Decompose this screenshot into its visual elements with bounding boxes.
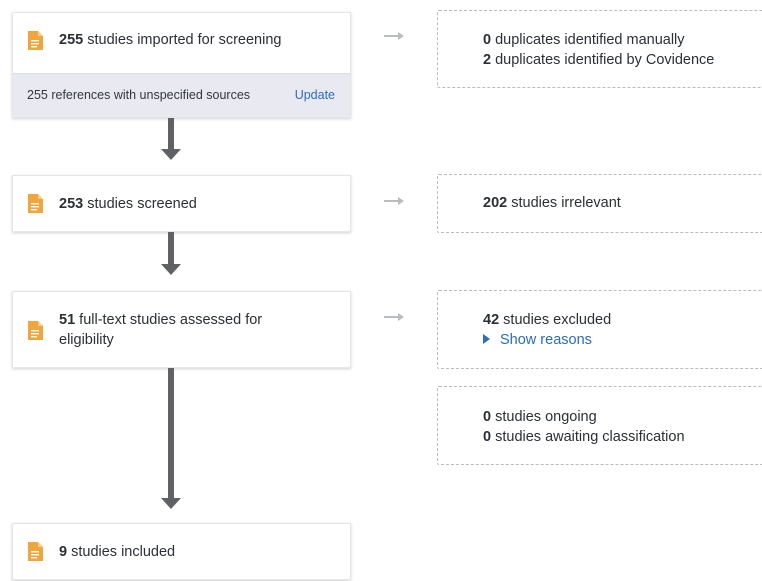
included-stage-card: 9 studies included <box>12 523 351 580</box>
fulltext-label: full-text studies assessed for eligibili… <box>59 312 263 348</box>
arrow-down-icon <box>161 118 181 161</box>
document-icon <box>28 194 43 213</box>
irrelevant-label: studies irrelevant <box>507 195 621 211</box>
screened-stage-card: 253 studies screened <box>12 175 351 232</box>
awaiting-count: 0 <box>483 429 492 445</box>
screened-stage-text: 253 studies screened <box>59 194 336 214</box>
ongoing-awaiting-box: 0 studies ongoing 0 studies awaiting cla… <box>437 386 762 465</box>
included-stage-text: 9 studies included <box>59 542 336 562</box>
ongoing-line: 0 studies ongoing <box>483 407 597 427</box>
irrelevant-box: 202 studies irrelevant <box>437 174 762 233</box>
screened-label: studies screened <box>83 196 197 212</box>
arrow-right-icon <box>384 313 404 321</box>
fulltext-stage-text: 51 full-text studies assessed for eligib… <box>59 310 310 350</box>
fulltext-count: 51 <box>59 312 76 328</box>
imported-count: 255 <box>59 32 84 48</box>
excluded-box: 42 studies excluded Show reasons <box>437 290 762 369</box>
awaiting-label: studies awaiting classification <box>491 429 685 445</box>
arrow-down-icon <box>161 232 181 276</box>
irrelevant-count: 202 <box>483 195 508 211</box>
duplicates-auto-label: duplicates identified by Covidence <box>491 52 715 68</box>
arrow-right-icon <box>384 32 404 40</box>
imported-stage-card: 255 studies imported for screening 255 r… <box>12 12 351 118</box>
duplicates-box: 0 duplicates identified manually 2 dupli… <box>437 10 762 88</box>
duplicates-manual-label: duplicates identified manually <box>491 32 685 48</box>
awaiting-line: 0 studies awaiting classification <box>483 427 685 447</box>
fulltext-stage-card: 51 full-text studies assessed for eligib… <box>12 291 351 368</box>
duplicates-auto-line: 2 duplicates identified by Covidence <box>483 50 714 70</box>
show-reasons-label: Show reasons <box>500 332 592 348</box>
unspecified-sources-text: 255 references with unspecified sources <box>27 88 251 102</box>
excluded-line: 42 studies excluded <box>483 310 611 330</box>
document-icon <box>28 542 43 561</box>
show-reasons-toggle[interactable]: Show reasons <box>483 330 592 350</box>
update-link[interactable]: Update <box>295 88 335 102</box>
excluded-label: studies excluded <box>499 312 612 328</box>
ongoing-count: 0 <box>483 409 492 425</box>
arrow-down-icon <box>161 368 181 510</box>
screened-count: 253 <box>59 196 84 212</box>
imported-label: studies imported for screening <box>83 32 282 48</box>
irrelevant-line: 202 studies irrelevant <box>483 193 621 213</box>
excluded-count: 42 <box>483 312 500 328</box>
ongoing-label: studies ongoing <box>491 409 597 425</box>
document-icon <box>28 31 43 50</box>
duplicates-manual-count: 0 <box>483 32 492 48</box>
document-icon <box>28 321 43 340</box>
included-count: 9 <box>59 544 68 560</box>
imported-stage-text: 255 studies imported for screening <box>59 30 336 50</box>
duplicates-auto-count: 2 <box>483 52 492 68</box>
imported-sources-footer: 255 references with unspecified sources … <box>13 73 350 117</box>
caret-right-icon <box>483 334 490 344</box>
duplicates-manual-line: 0 duplicates identified manually <box>483 30 685 50</box>
included-label: studies included <box>67 544 176 560</box>
arrow-right-icon <box>384 197 404 205</box>
